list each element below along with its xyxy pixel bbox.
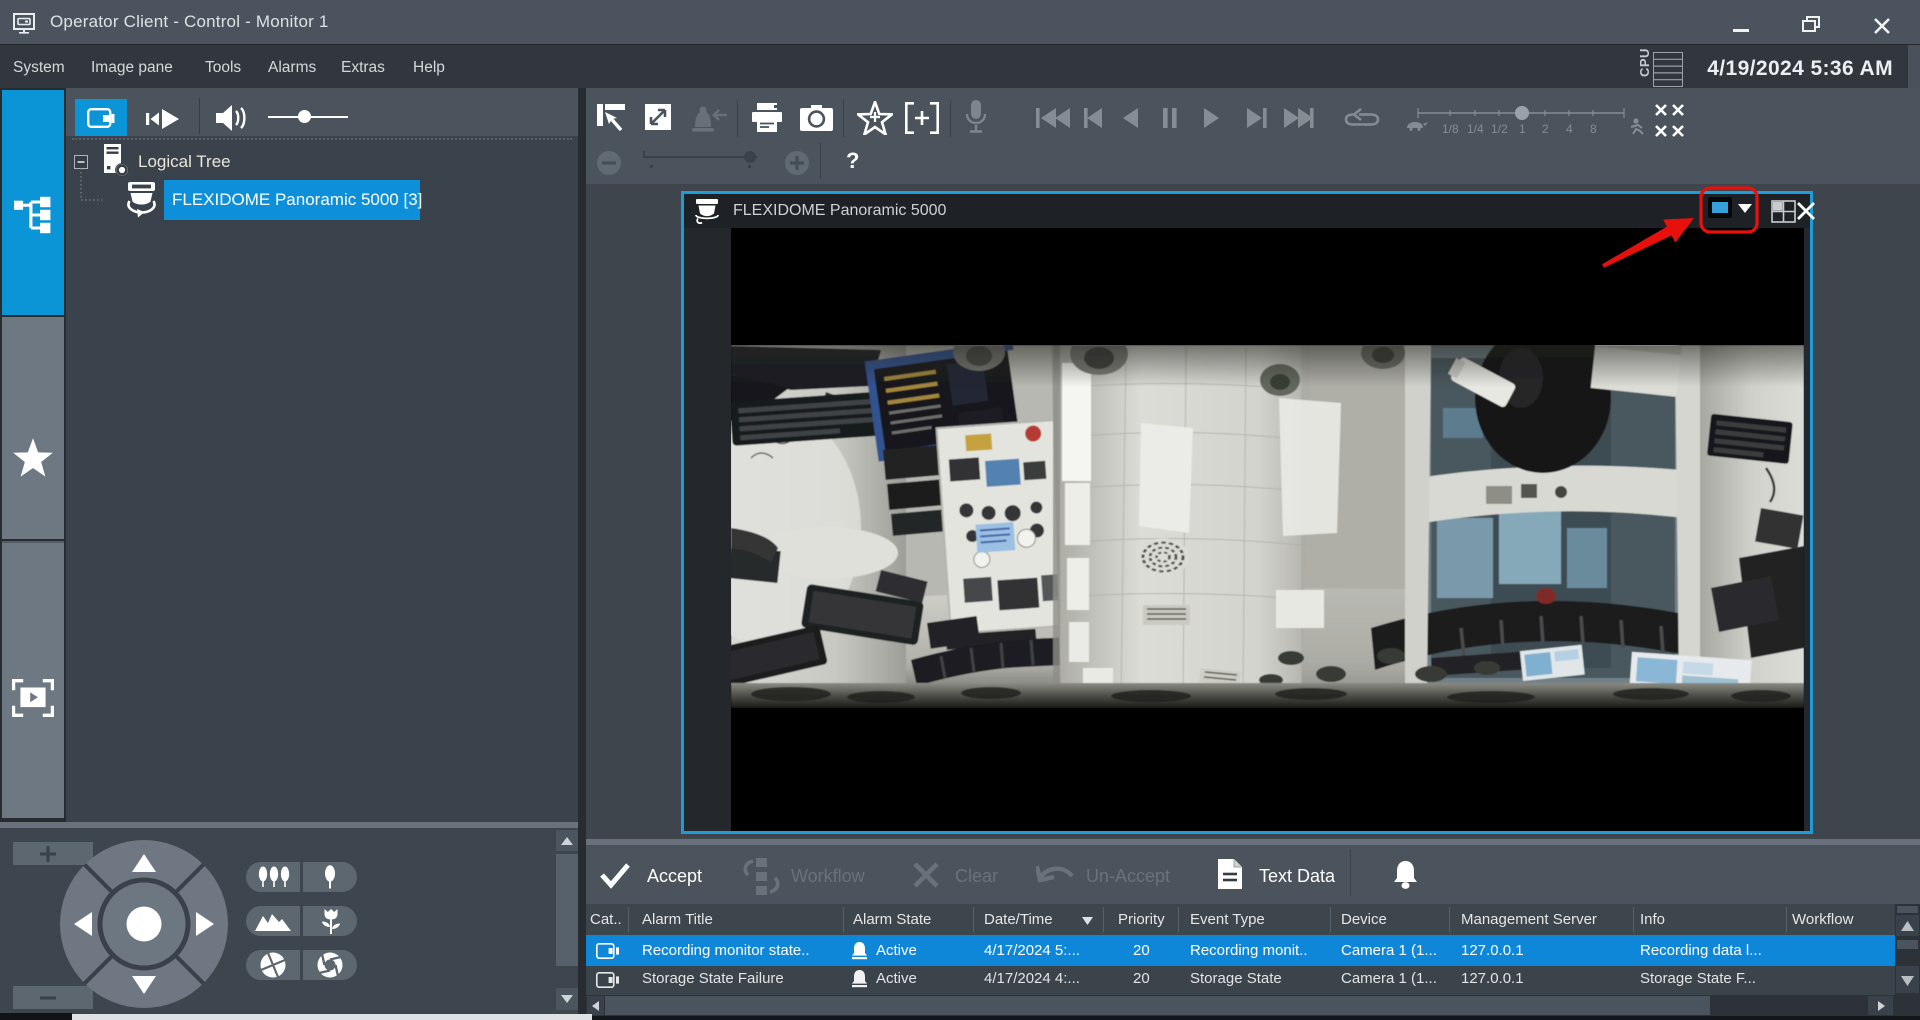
svg-text:1/2: 1/2 xyxy=(1491,122,1508,136)
svg-text:4: 4 xyxy=(1566,122,1573,136)
svg-text:2: 2 xyxy=(1542,122,1549,136)
svg-text:1/8: 1/8 xyxy=(1442,122,1459,136)
svg-text:1/4: 1/4 xyxy=(1467,122,1484,136)
svg-text:1: 1 xyxy=(1519,122,1526,136)
svg-text:8: 8 xyxy=(1590,122,1597,136)
